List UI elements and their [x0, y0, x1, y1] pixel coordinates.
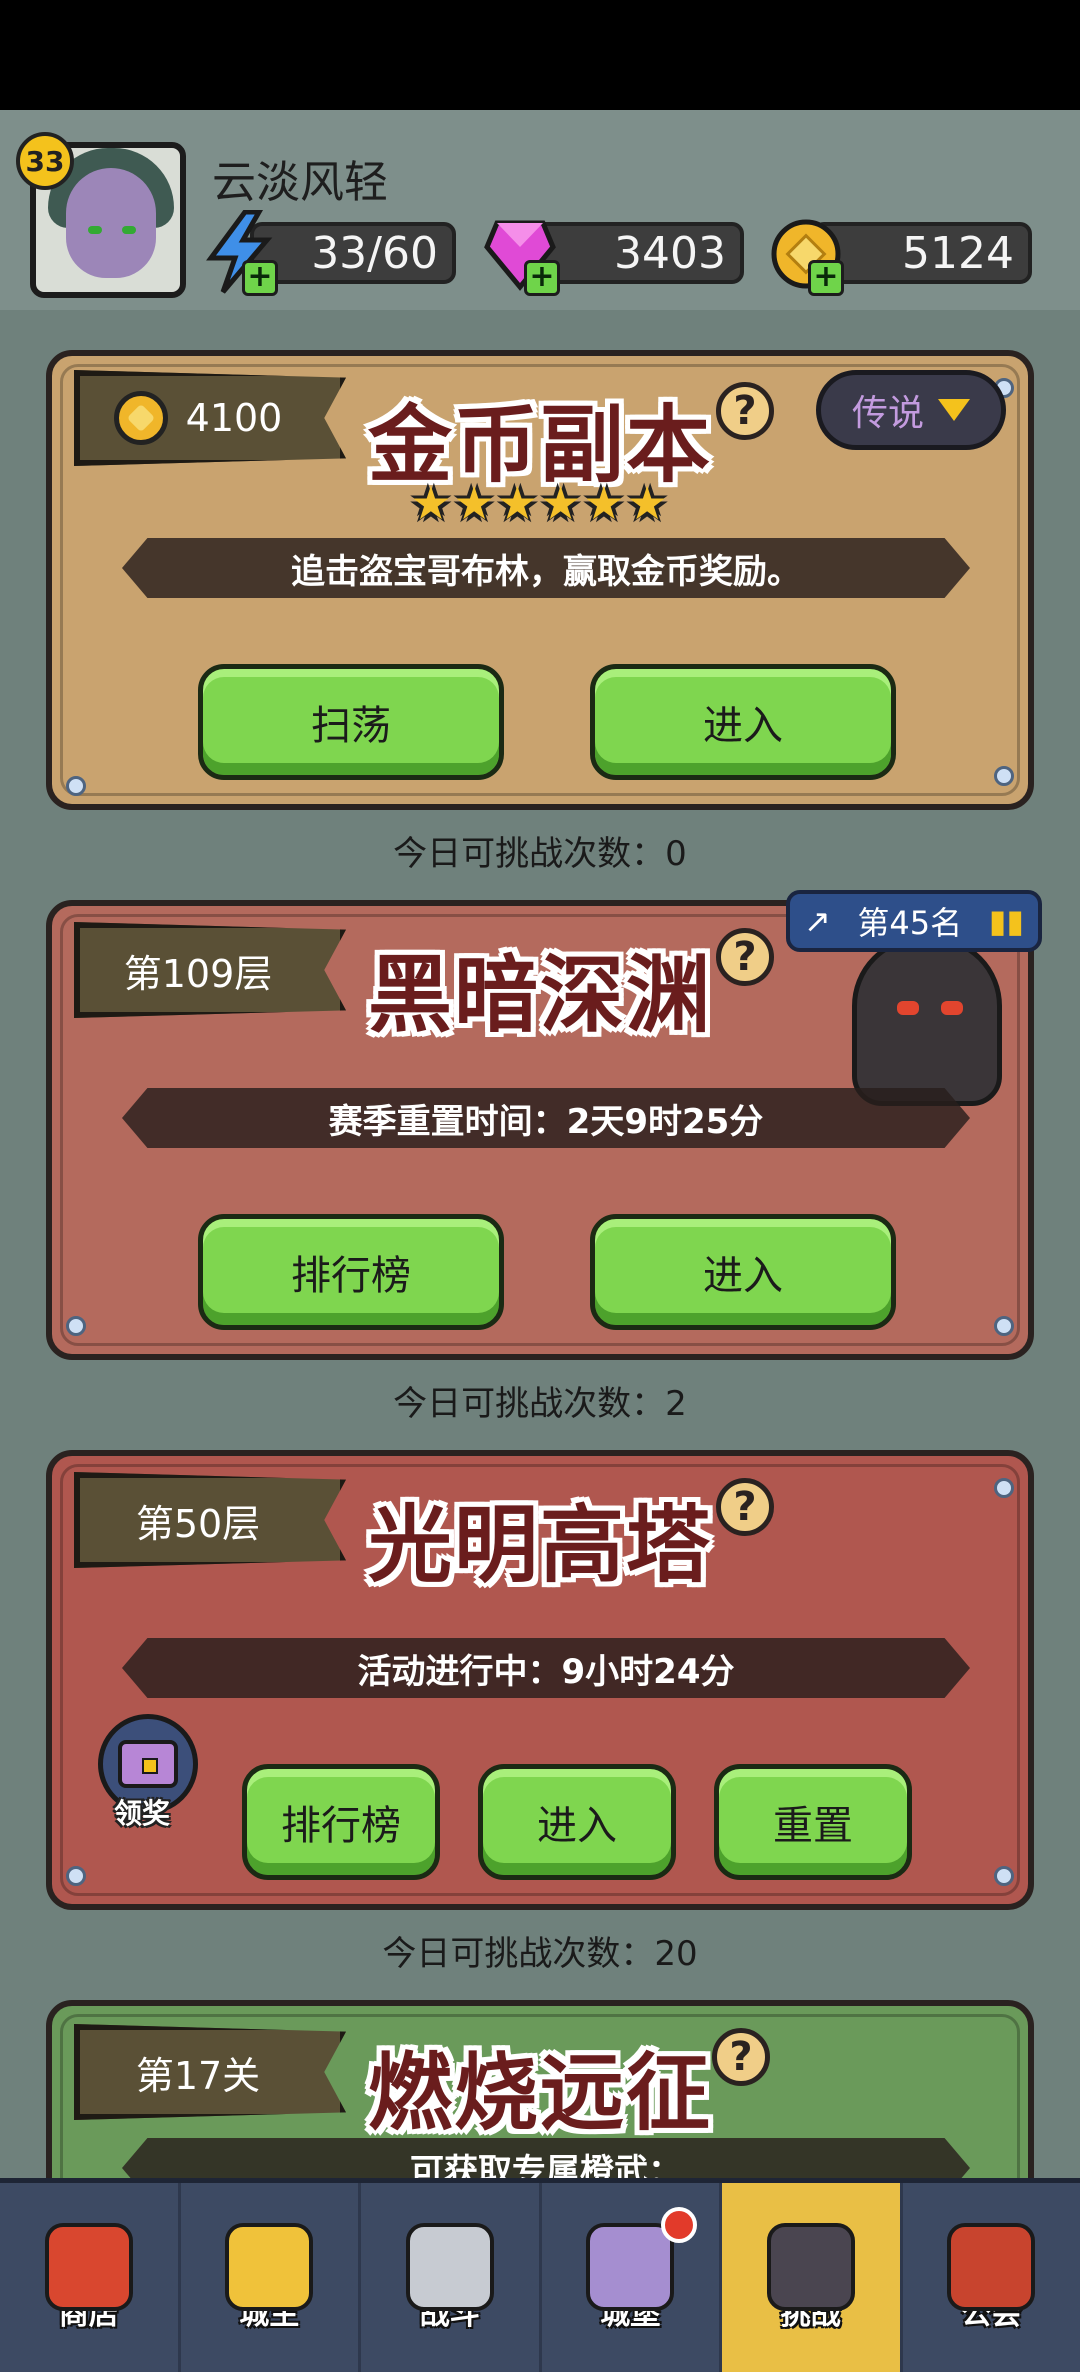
sweep-button[interactable]: 扫荡 [198, 664, 504, 780]
shop-icon [44, 2222, 133, 2311]
bar-chart-icon: ▮▮ [988, 902, 1024, 940]
gold-dungeon-help-button[interactable]: ? [716, 382, 774, 440]
swords-icon [405, 2222, 494, 2311]
light-tower-attempts: 今日可挑战次数：20 [382, 1934, 698, 1974]
gold-value: 5124 [902, 227, 1014, 279]
burning-expedition-help-button[interactable]: ? [712, 2028, 770, 2086]
abyss-reset-timer: 赛季重置时间：2天9时25分 [122, 1088, 970, 1148]
nav-item-castle[interactable]: 城堡 [542, 2183, 722, 2372]
player-level-badge: 33 [16, 132, 74, 190]
gem-value: 3403 [614, 227, 726, 279]
gold-dungeon-attempts: 今日可挑战次数：0 [393, 834, 687, 874]
abyss-rank-value: 第45名 [857, 904, 963, 942]
nav-item-battle[interactable]: 战斗 [361, 2183, 542, 2372]
player-header: 33 云淡风轻 33/60 + 3403 + 5124 + [0, 110, 1080, 310]
light-tower-title: 光明高塔 [367, 1496, 712, 1594]
guild-banner-icon [947, 2222, 1036, 2311]
light-tower-help-button[interactable]: ? [716, 1478, 774, 1536]
light-tower-card: 第50层 光明高塔 ? 活动进行中：9小时24分 领奖 排行榜 进入 重置 [46, 1450, 1034, 1910]
demon-helmet-icon [766, 2222, 855, 2311]
tower-event-timer: 活动进行中：9小时24分 [122, 1638, 970, 1698]
reward-chest-label: 领奖 [114, 1797, 171, 1830]
tower-reset-button[interactable]: 重置 [714, 1764, 912, 1880]
gold-dungeon-description: 追击盗宝哥布林，赢取金币奖励。 [122, 538, 970, 598]
dark-abyss-card: 第109层 黑暗深渊 ? 赛季重置时间：2天9时25分 排行榜 进入 [46, 900, 1034, 1360]
difficulty-stars: ★★★★★★ [410, 476, 670, 530]
chevron-down-icon [938, 399, 970, 421]
burning-expedition-title: 燃烧远征 [367, 2044, 712, 2142]
castle-icon [586, 2222, 675, 2311]
difficulty-label: 传说 [851, 393, 924, 434]
add-energy-button[interactable]: + [242, 260, 278, 296]
gold-dungeon-card: 4100 金币副本 ? 传说 ★★★★★★ 追击盗宝哥布林，赢取金币奖励。 扫荡… [46, 350, 1034, 810]
status-bar [0, 0, 1080, 110]
abyss-rank-badge[interactable]: ↗ 第45名 ▮▮ [786, 890, 1042, 952]
trend-up-icon: ↗ [804, 902, 831, 940]
crown-icon [225, 2222, 314, 2311]
add-gold-button[interactable]: + [808, 260, 844, 296]
add-gems-button[interactable]: + [524, 260, 560, 296]
nav-item-guild[interactable]: 公会 [903, 2183, 1080, 2372]
nav-item-lord[interactable]: 城主 [181, 2183, 361, 2372]
gold-dungeon-enter-button[interactable]: 进入 [590, 664, 896, 780]
energy-value: 33/60 [311, 227, 438, 279]
player-name: 云淡风轻 [212, 157, 388, 208]
dark-abyss-help-button[interactable]: ? [716, 928, 774, 986]
dark-abyss-attempts: 今日可挑战次数：2 [393, 1384, 687, 1424]
treasure-chest-icon [118, 1740, 178, 1788]
tower-leaderboard-button[interactable]: 排行榜 [242, 1764, 440, 1880]
gem-counter: 3403 [530, 222, 744, 284]
bottom-nav: 商店 城主 战斗 城堡 挑战 公会 [0, 2178, 1080, 2372]
energy-counter: 33/60 [250, 222, 456, 284]
difficulty-dropdown[interactable]: 传说 [816, 370, 1006, 450]
nav-item-shop[interactable]: 商店 [0, 2183, 181, 2372]
notification-dot [661, 2207, 697, 2243]
abyss-leaderboard-button[interactable]: 排行榜 [198, 1214, 504, 1330]
tower-enter-button[interactable]: 进入 [478, 1764, 676, 1880]
nav-item-challenge[interactable]: 挑战 [722, 2183, 903, 2372]
abyss-enter-button[interactable]: 进入 [590, 1214, 896, 1330]
